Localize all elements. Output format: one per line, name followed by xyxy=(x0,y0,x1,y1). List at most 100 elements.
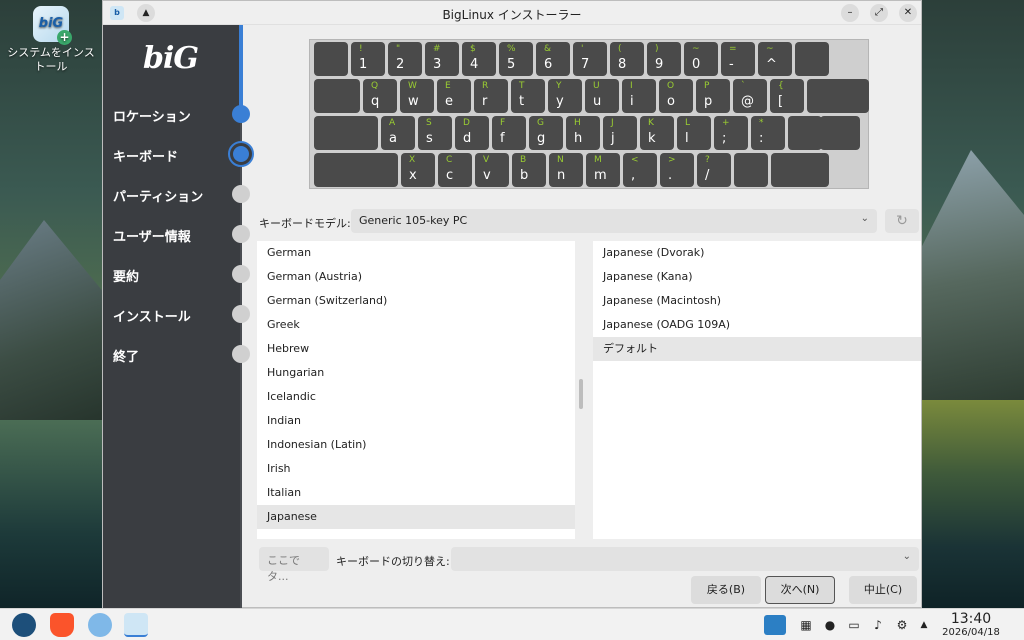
key-shift-label: H xyxy=(574,118,581,128)
key-label: p xyxy=(704,94,713,109)
keyboard-key: Qq xyxy=(363,79,397,113)
layout-list-item[interactable]: German (Switzerland) xyxy=(257,289,575,313)
gear-icon[interactable]: ⚙ xyxy=(894,617,910,633)
back-button[interactable]: 戻る(B) xyxy=(691,576,761,604)
network-icon[interactable]: ▦ xyxy=(798,617,814,633)
key-label: : xyxy=(759,131,764,146)
step-label: 終了 xyxy=(113,350,140,365)
keyboard-key: Ee xyxy=(437,79,471,113)
layout-list-item[interactable]: Irish xyxy=(257,457,575,481)
biglinux-logo: biG xyxy=(143,41,199,76)
key-shift-label: R xyxy=(482,81,489,91)
key-shift-label: * xyxy=(759,118,764,128)
keyboard-key: Ll xyxy=(677,116,711,150)
layout-list-item[interactable]: Italian xyxy=(257,481,575,505)
layout-list-item[interactable]: Indian xyxy=(257,409,575,433)
clock[interactable]: 13:40 2026/04/18 xyxy=(936,611,1006,639)
expand-up-icon[interactable]: ▲ xyxy=(916,617,932,633)
keyboard-key: ~ ^ xyxy=(758,42,792,76)
variant-list-item[interactable]: Japanese (OADG 109A) xyxy=(593,313,921,337)
file-manager-icon[interactable] xyxy=(88,613,112,637)
window-icon[interactable]: ▭ xyxy=(846,617,862,633)
variant-list[interactable]: Japanese (Dvorak) Japanese (Kana) Japanese… xyxy=(593,241,921,539)
key-shift-label: J xyxy=(611,118,614,128)
key-label: 8 xyxy=(618,57,627,72)
keyboard-key: Rr xyxy=(474,79,508,113)
cancel-button[interactable]: 中止(C) xyxy=(849,576,917,604)
key-label: b xyxy=(520,168,529,183)
app-launcher-icon[interactable] xyxy=(12,613,36,637)
layout-list-item[interactable]: Hebrew xyxy=(257,337,575,361)
key-label: v xyxy=(483,168,491,183)
keyboard-model-select[interactable]: Generic 105-key PC ⌄ xyxy=(351,209,877,233)
reset-model-button[interactable]: ↻ xyxy=(885,209,919,233)
brave-browser-icon[interactable] xyxy=(50,613,74,637)
key-label: c xyxy=(446,168,454,183)
variant-list-item[interactable]: Japanese (Macintosh) xyxy=(593,289,921,313)
step-indicator xyxy=(232,185,250,203)
minimize-button[interactable]: – xyxy=(841,4,859,22)
variant-list-item[interactable]: Japanese (Dvorak) xyxy=(593,241,921,265)
key-shift-label: ( xyxy=(618,44,622,54)
layout-list-item[interactable]: Indonesian (Latin) xyxy=(257,433,575,457)
variant-list-item[interactable]: デフォルト xyxy=(593,337,921,361)
wallpaper-mountain-left xyxy=(0,220,110,420)
key-shift-label: O xyxy=(667,81,675,91)
step-indicator xyxy=(232,225,250,243)
maximize-button[interactable]: ⤢ xyxy=(870,4,888,22)
keyboard-key: ! 1 xyxy=(351,42,385,76)
keyboard-key: % 5 xyxy=(499,42,533,76)
keyboard-key: ) 9 xyxy=(647,42,681,76)
next-button[interactable]: 次へ(N) xyxy=(765,576,835,604)
key-shift-label: E xyxy=(445,81,451,91)
keyboard-key: Dd xyxy=(455,116,489,150)
volume-icon[interactable]: ♪ xyxy=(870,617,886,633)
step-label: パーティション xyxy=(113,190,204,205)
step-item: インストール xyxy=(103,302,253,326)
layout-list-item[interactable]: German (Austria) xyxy=(257,265,575,289)
key-shift-label: T xyxy=(519,81,525,91)
keyboard-key: Nn xyxy=(549,153,583,187)
keyboard-key xyxy=(314,79,360,113)
key-shift-label: P xyxy=(704,81,710,91)
installer-task-icon[interactable] xyxy=(124,613,148,637)
desktop-icon-label: システムをインストール xyxy=(7,46,95,73)
variant-list-item[interactable]: Japanese (Kana) xyxy=(593,265,921,289)
keyboard-key: Uu xyxy=(585,79,619,113)
key-label: r xyxy=(482,94,488,109)
key-shift-label: ~ xyxy=(766,44,774,54)
keyboard-key xyxy=(807,79,869,113)
close-button[interactable]: ✕ xyxy=(899,4,917,22)
key-shift-label: K xyxy=(648,118,654,128)
titlebar[interactable]: b ▲ BigLinux インストーラー – ⤢ ✕ xyxy=(103,1,921,25)
step-indicator xyxy=(232,305,250,323)
key-label: l xyxy=(685,131,689,146)
list-splitter-handle[interactable] xyxy=(579,379,583,409)
layout-list-item[interactable]: Icelandic xyxy=(257,385,575,409)
record-icon[interactable]: ● xyxy=(822,617,838,633)
key-label: . xyxy=(668,168,673,183)
key-label: a xyxy=(389,131,397,146)
keyboard-key xyxy=(771,153,829,187)
key-label: d xyxy=(463,131,472,146)
keyboard-key xyxy=(314,116,378,150)
step-item: 要約 xyxy=(103,262,253,286)
key-shift-label: V xyxy=(483,155,490,165)
keyboard-switch-select[interactable]: ⌄ xyxy=(451,547,919,571)
keyboard-key: Mm xyxy=(586,153,620,187)
key-label: 6 xyxy=(544,57,553,72)
layout-list-item[interactable]: German xyxy=(257,241,575,265)
layout-list-item[interactable]: Hungarian xyxy=(257,361,575,385)
layout-list-item[interactable]: Greek xyxy=(257,313,575,337)
desktop-icon-install[interactable]: biG + システムをインストール xyxy=(4,6,98,74)
layout-list[interactable]: German German (Austria) German (Switzerlan… xyxy=(257,241,575,539)
key-shift-label: U xyxy=(593,81,600,91)
desktop-switcher-icon[interactable] xyxy=(764,615,786,635)
step-indicator xyxy=(232,265,250,283)
key-shift-label: L xyxy=(685,118,691,128)
layout-list-item[interactable]: Japanese xyxy=(257,505,575,529)
keyboard-key: ~0 xyxy=(684,42,718,76)
key-shift-label: W xyxy=(408,81,417,91)
keyboard-test-input[interactable]: ここでタ... xyxy=(259,547,329,583)
key-shift-label: M xyxy=(594,155,602,165)
